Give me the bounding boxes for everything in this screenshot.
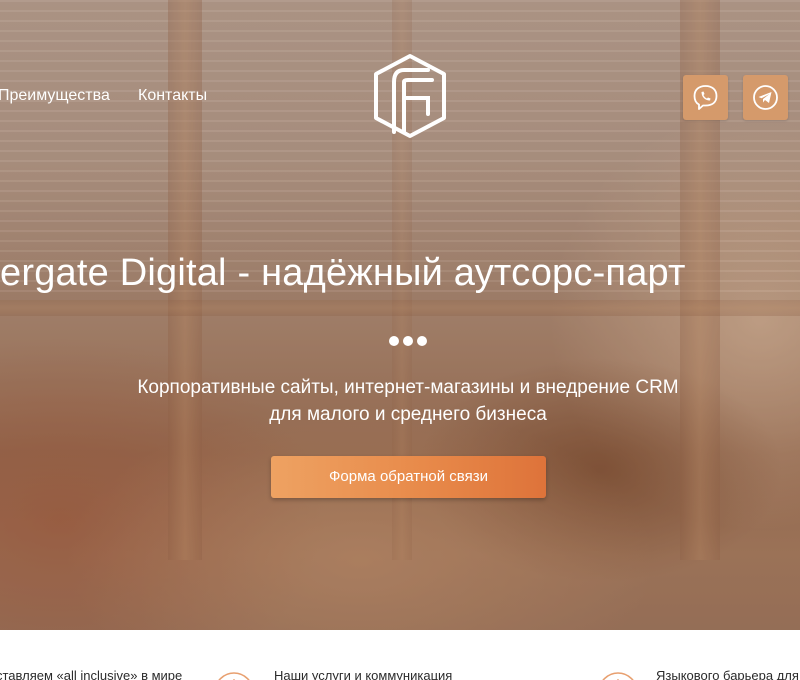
orange-circle-icon — [596, 666, 640, 680]
feature-text-services: Наши услуги и коммуникация — [274, 668, 453, 680]
decorative-dots — [389, 336, 429, 348]
feature-text-language: Языкового барьера для — [656, 668, 799, 680]
fg-hexagon-logo-icon[interactable] — [370, 52, 450, 140]
hero-title: ergate Digital - надёжный аутсорс-парт — [0, 252, 686, 294]
dot — [403, 336, 413, 346]
hero-subtitle-line2: для малого и среднего бизнеса — [269, 404, 547, 425]
nav-link-advantages[interactable]: Преимущества — [0, 87, 110, 105]
landing-page: Преимущества Контакты ergate Digital - н… — [0, 0, 800, 680]
viber-button[interactable] — [683, 75, 728, 120]
orange-circle-icon — [212, 666, 256, 680]
feedback-form-button[interactable]: Форма обратной связи — [271, 456, 546, 498]
viber-icon — [693, 85, 718, 110]
telegram-button[interactable] — [743, 75, 788, 120]
feature-text-all-inclusive: ставляем «all inclusive» в мире — [0, 668, 183, 680]
dot — [389, 336, 399, 346]
dot — [417, 336, 427, 346]
hero-section: Преимущества Контакты ergate Digital - н… — [0, 0, 800, 630]
hero-subtitle-line1: Корпоративные сайты, интернет-магазины и… — [137, 377, 679, 398]
features-strip: ставляем «all inclusive» в мире Наши усл… — [0, 630, 800, 680]
nav-link-contacts[interactable]: Контакты — [138, 87, 207, 105]
telegram-icon — [753, 85, 778, 110]
